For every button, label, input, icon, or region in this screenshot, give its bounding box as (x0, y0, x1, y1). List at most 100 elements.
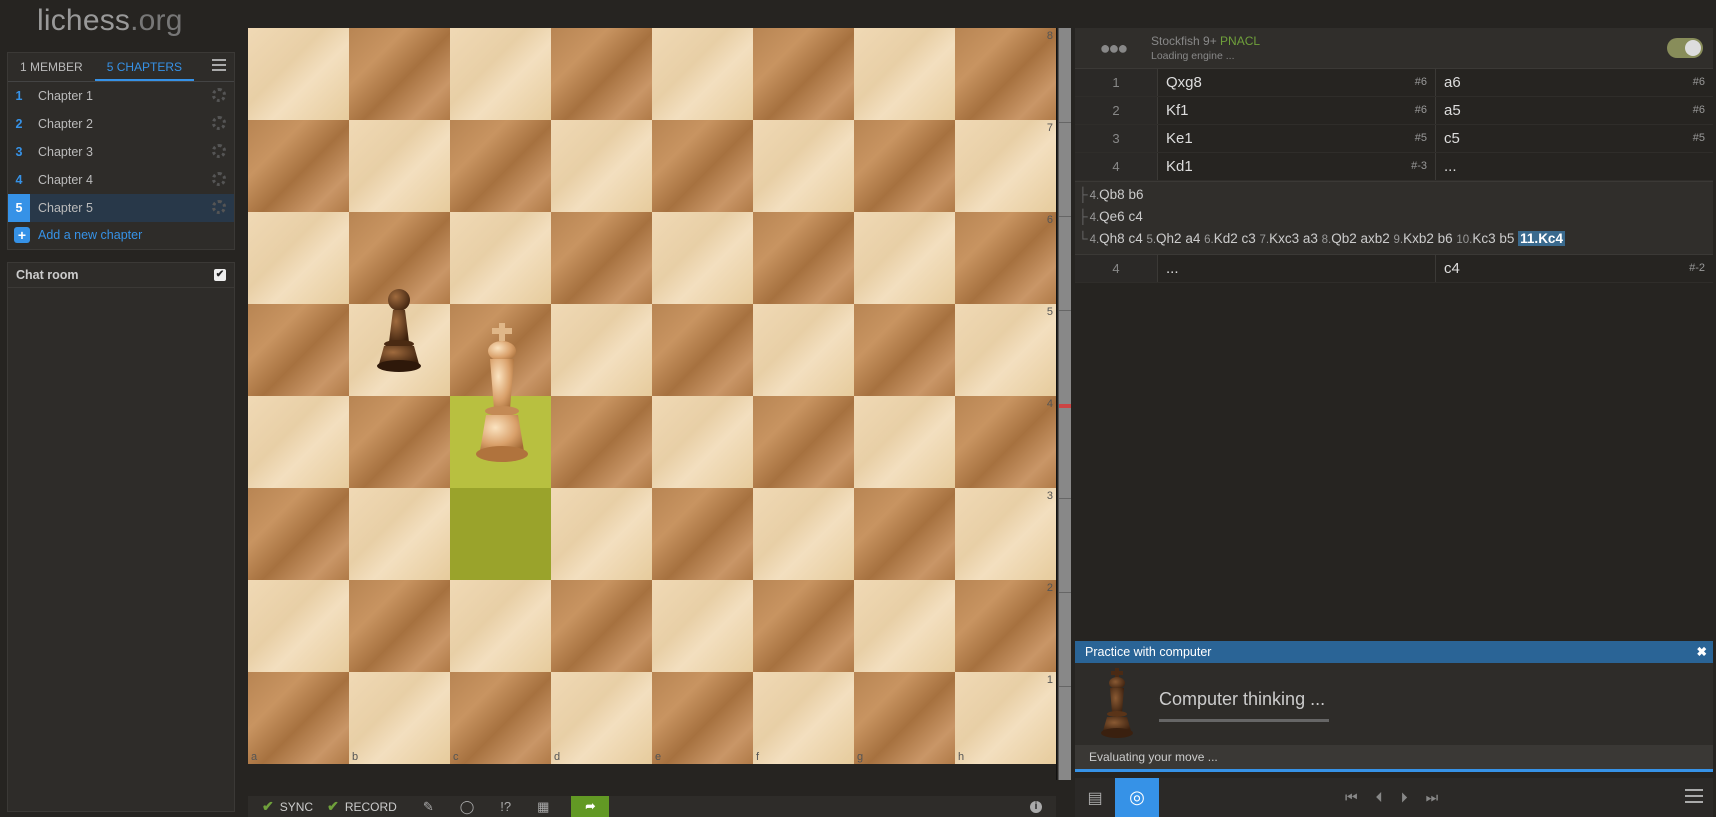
square-c1[interactable]: c (450, 672, 551, 764)
info-icon[interactable]: i (1030, 800, 1042, 813)
square-f1[interactable]: f (753, 672, 854, 764)
share-button[interactable]: ➦ (571, 796, 610, 817)
square-b7[interactable] (349, 120, 450, 212)
gear-icon[interactable] (212, 144, 226, 158)
record-toggle[interactable]: ✔ RECORD (327, 798, 397, 815)
square-b3[interactable] (349, 488, 450, 580)
square-h3[interactable]: 3 (955, 488, 1056, 580)
square-f8[interactable] (753, 28, 854, 120)
square-h1[interactable]: 1h (955, 672, 1056, 764)
square-h7[interactable]: 7 (955, 120, 1056, 212)
gear-icon[interactable] (212, 172, 226, 186)
square-g6[interactable] (854, 212, 955, 304)
square-c7[interactable] (450, 120, 551, 212)
site-logo[interactable]: lichess.org (37, 4, 183, 38)
square-a1[interactable]: a (248, 672, 349, 764)
square-g3[interactable] (854, 488, 955, 580)
square-f2[interactable] (753, 580, 854, 672)
square-d4[interactable] (551, 396, 652, 488)
square-h6[interactable]: 6 (955, 212, 1056, 304)
square-g8[interactable] (854, 28, 955, 120)
square-h8[interactable]: 8 (955, 28, 1056, 120)
glyph-icon[interactable]: !? (500, 799, 511, 814)
square-c3[interactable] (450, 488, 551, 580)
move-white[interactable]: ... (1158, 255, 1435, 282)
add-chapter-button[interactable]: + Add a new chapter (8, 222, 234, 248)
current-move[interactable]: 11.Kc4 (1518, 231, 1565, 246)
next-move-icon[interactable]: ⏵ (1401, 789, 1408, 806)
tab-members[interactable]: 1 MEMBER (8, 53, 95, 81)
move-black[interactable]: c4 #-2 (1435, 255, 1713, 282)
tag-icon[interactable]: ✎ (423, 799, 434, 815)
square-g2[interactable] (854, 580, 955, 672)
chapter-item[interactable]: 2 Chapter 2 (8, 110, 234, 138)
square-e1[interactable]: e (652, 672, 753, 764)
square-a5[interactable] (248, 304, 349, 396)
move-black[interactable]: c5 #5 (1435, 125, 1713, 152)
square-b1[interactable]: b (349, 672, 450, 764)
square-f7[interactable] (753, 120, 854, 212)
comment-icon[interactable]: ◯ (460, 799, 475, 815)
menu-icon[interactable] (1685, 788, 1703, 807)
square-b5[interactable] (349, 289, 450, 396)
square-c2[interactable] (450, 580, 551, 672)
square-c4[interactable] (450, 323, 551, 488)
chapter-item-active[interactable]: 5 Chapter 5 (8, 194, 234, 222)
chapter-item[interactable]: 1 Chapter 1 (8, 82, 234, 110)
square-e7[interactable] (652, 120, 753, 212)
square-e4[interactable] (652, 396, 753, 488)
square-b2[interactable] (349, 580, 450, 672)
square-d2[interactable] (551, 580, 652, 672)
black-pawn-piece[interactable] (367, 286, 431, 376)
chess-board[interactable]: 8765432abcdefg1h (248, 28, 1057, 780)
square-b4[interactable] (349, 396, 450, 488)
square-f5[interactable] (753, 304, 854, 396)
move-white[interactable]: Kf1 #6 (1158, 97, 1435, 124)
square-h4[interactable]: 4 (955, 396, 1056, 488)
square-f3[interactable] (753, 488, 854, 580)
gear-icon[interactable] (212, 88, 226, 102)
chat-enabled-checkbox[interactable]: ✔ (214, 269, 226, 281)
square-d6[interactable] (551, 212, 652, 304)
move-black[interactable]: a5 #6 (1435, 97, 1713, 124)
prev-move-icon[interactable]: ⏴ (1376, 789, 1383, 806)
square-a6[interactable] (248, 212, 349, 304)
move-black[interactable]: a6 #6 (1435, 69, 1713, 96)
variation-line[interactable]: └ 4.Qh8 c4 5.Qh2 a4 6.Kd2 c3 7.Kxc3 a3 8.… (1075, 228, 1713, 250)
chapter-item[interactable]: 4 Chapter 4 (8, 166, 234, 194)
tab-chapters[interactable]: 5 CHAPTERS (94, 53, 195, 81)
practice-target-icon[interactable]: ◎ (1115, 778, 1159, 817)
square-e2[interactable] (652, 580, 753, 672)
square-d3[interactable] (551, 488, 652, 580)
square-e5[interactable] (652, 304, 753, 396)
close-icon[interactable]: ✖ (1697, 641, 1707, 663)
square-b8[interactable] (349, 28, 450, 120)
square-a7[interactable] (248, 120, 349, 212)
move-black[interactable]: ... (1435, 153, 1713, 180)
square-a4[interactable] (248, 396, 349, 488)
variation-line[interactable]: ├ 4.Qb8 b6 (1075, 184, 1713, 206)
move-white[interactable]: Qxg8 #6 (1158, 69, 1435, 96)
square-e8[interactable] (652, 28, 753, 120)
square-a2[interactable] (248, 580, 349, 672)
square-g5[interactable] (854, 304, 955, 396)
square-f4[interactable] (753, 396, 854, 488)
square-d8[interactable] (551, 28, 652, 120)
square-h2[interactable]: 2 (955, 580, 1056, 672)
chapter-item[interactable]: 3 Chapter 3 (8, 138, 234, 166)
square-g4[interactable] (854, 396, 955, 488)
first-move-icon[interactable]: ⏮ (1345, 789, 1358, 806)
square-d5[interactable] (551, 304, 652, 396)
square-e3[interactable] (652, 488, 753, 580)
square-e6[interactable] (652, 212, 753, 304)
white-king-piece[interactable] (470, 321, 534, 481)
move-white[interactable]: Kd1 #-3 (1158, 153, 1435, 180)
book-icon[interactable]: ▤ (1075, 788, 1115, 808)
square-d1[interactable]: d (551, 672, 652, 764)
variation-line[interactable]: ├ 4.Qe6 c4 (1075, 206, 1713, 228)
study-menu-icon[interactable] (212, 59, 226, 73)
sync-toggle[interactable]: ✔ SYNC (262, 798, 313, 815)
move-white[interactable]: Ke1 #5 (1158, 125, 1435, 152)
gear-icon[interactable] (212, 200, 226, 214)
chart-icon[interactable]: ▦ (537, 799, 549, 815)
